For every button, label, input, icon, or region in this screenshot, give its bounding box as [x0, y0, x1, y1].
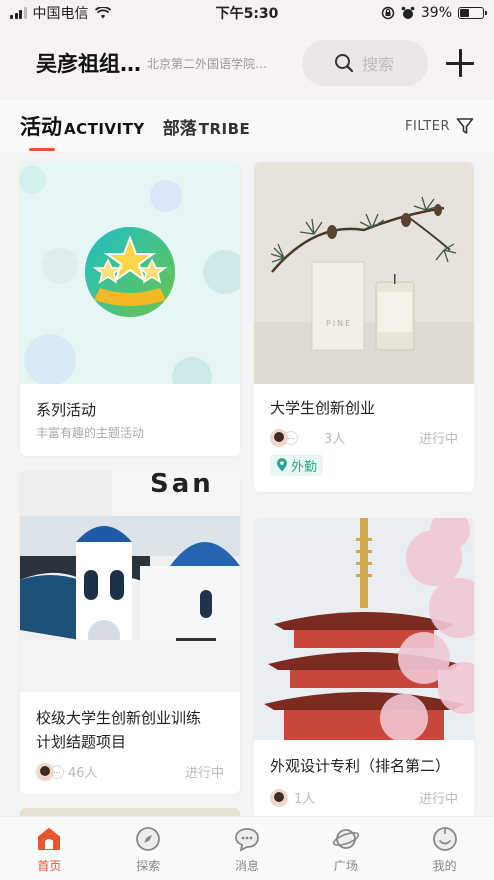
- card-title: 大学生创新创业: [270, 399, 376, 417]
- alarm-icon: [401, 6, 415, 19]
- search-input[interactable]: 搜索: [302, 40, 428, 86]
- activity-feed[interactable]: 系列活动 丰富有趣的主题活动 PINE 大学生创新创业 … 3人 进行中 外勤 …: [0, 152, 494, 816]
- card-meta: 1人 进行中: [270, 788, 458, 807]
- activity-card-project[interactable]: San 校级大学生创新创业训练 计划结题项目 … 46人 进行中: [20, 470, 240, 794]
- tab-square[interactable]: 广场: [296, 817, 395, 880]
- box-label: PINE: [326, 319, 352, 328]
- home-icon: [38, 828, 61, 850]
- series-activity-image: [20, 162, 240, 384]
- header: 吴彦祖组… 北京第二外国语学院… 搜索: [0, 26, 494, 100]
- activity-card-patent[interactable]: 外观设计专利（排名第二） 1人 进行中: [254, 518, 474, 816]
- search-placeholder: 搜索: [362, 55, 395, 74]
- tab-bar-top: 活动 ACTIVITY 部落 TRIBE FILTER: [0, 100, 494, 152]
- tab-label: 广场: [333, 859, 358, 873]
- card-meta: … 3人 进行中: [270, 428, 458, 447]
- candle-product-image: PINE: [254, 162, 474, 384]
- tab-tribe-en: TRIBE: [198, 119, 251, 138]
- profile-icon: [432, 827, 457, 851]
- tab-label: 首页: [37, 859, 62, 873]
- avatar: [270, 788, 288, 807]
- activity-card-innovation[interactable]: PINE 大学生创新创业 … 3人 进行中 外勤: [254, 162, 474, 492]
- filter-label: FILTER: [405, 118, 450, 134]
- pagoda-image: [254, 518, 474, 740]
- orientation-lock-icon: [381, 6, 395, 20]
- battery-icon: [458, 7, 487, 19]
- group-title[interactable]: 吴彦祖组…: [36, 48, 141, 78]
- message-icon: [235, 828, 259, 852]
- card-subtitle: 丰富有趣的主题活动: [36, 426, 145, 440]
- tab-explore[interactable]: 探索: [99, 817, 198, 880]
- card-title: 系列活动: [36, 401, 97, 419]
- tab-activity-en: ACTIVITY: [64, 120, 145, 138]
- participant-count: 46人: [68, 766, 98, 781]
- image-text: San: [150, 470, 214, 499]
- tab-activity-cn: 活动: [20, 115, 62, 139]
- tab-messages[interactable]: 消息: [198, 817, 297, 880]
- participant-count: 1人: [294, 792, 316, 807]
- add-button[interactable]: [446, 49, 474, 77]
- avatar: [36, 762, 54, 781]
- tab-tribe[interactable]: 部落 TRIBE: [163, 114, 251, 139]
- activity-card-next[interactable]: [20, 808, 240, 816]
- bottom-tab-bar: 首页 探索 消息 广场 我的: [0, 816, 494, 880]
- participant-count: 3人: [324, 432, 346, 447]
- tab-label: 探索: [136, 859, 161, 873]
- avatar: [270, 428, 288, 447]
- tab-label: 我的: [432, 859, 457, 873]
- tab-activity[interactable]: 活动 ACTIVITY: [20, 111, 145, 151]
- location-tag: 外勤: [270, 454, 324, 476]
- school-name: 北京第二外国语学院…: [147, 56, 268, 71]
- card-title-line2: 计划结题项目: [36, 733, 127, 751]
- location-pin-icon: [277, 458, 287, 472]
- tab-tribe-cn: 部落: [162, 118, 197, 139]
- status-label: 进行中: [184, 766, 224, 781]
- status-label: 进行中: [418, 792, 458, 807]
- card-title: 外观设计专利（排名第二）: [270, 757, 451, 775]
- tag-label: 外勤: [291, 459, 318, 475]
- status-label: 进行中: [418, 432, 458, 447]
- card-title-line1: 校级大学生创新创业训练: [36, 709, 202, 727]
- tab-label: 消息: [234, 859, 259, 873]
- tab-profile[interactable]: 我的: [395, 817, 494, 880]
- compass-icon: [136, 827, 161, 851]
- status-bar: 中国电信 下午5:30 39%: [0, 0, 494, 26]
- activity-card-series[interactable]: 系列活动 丰富有趣的主题活动: [20, 162, 240, 456]
- wifi-icon: [94, 7, 111, 19]
- card-meta: … 46人 进行中: [36, 762, 224, 781]
- filter-button[interactable]: FILTER: [405, 117, 474, 135]
- carrier: 中国电信: [32, 6, 89, 22]
- tab-home[interactable]: 首页: [0, 817, 99, 880]
- planet-icon: [332, 829, 359, 849]
- filter-icon: [456, 118, 474, 134]
- battery-percent: 39%: [420, 5, 452, 21]
- search-icon: [335, 54, 354, 73]
- signal-icon: [10, 7, 27, 19]
- active-tab-indicator: [29, 148, 55, 151]
- santorini-image: San: [20, 470, 240, 692]
